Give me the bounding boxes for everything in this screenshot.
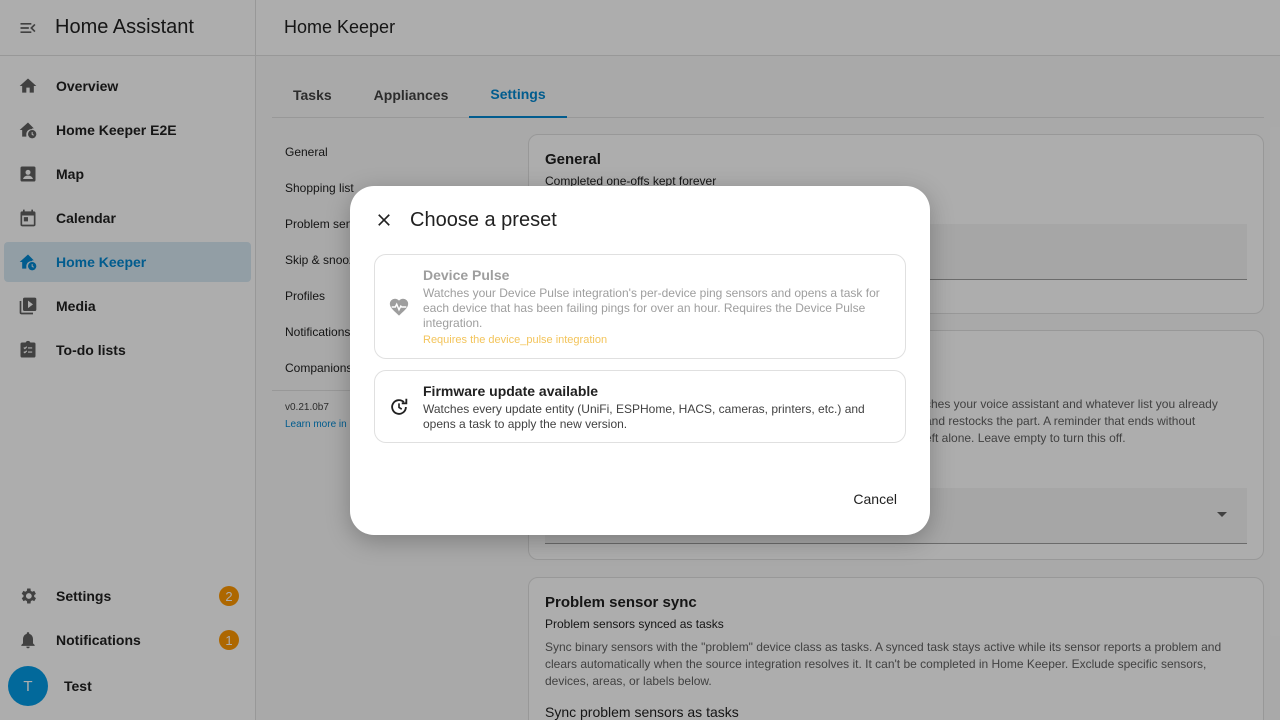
dialog-title: Choose a preset [410, 208, 557, 231]
preset-description: Watches every update entity (UniFi, ESPH… [423, 402, 865, 431]
preset-title: Device Pulse [423, 267, 510, 283]
preset-description: Watches your Device Pulse integration's … [423, 286, 880, 330]
preset-device-pulse[interactable]: Device Pulse Watches your Device Pulse i… [374, 254, 906, 359]
preset-title: Firmware update available [423, 383, 599, 399]
preset-firmware-update[interactable]: Firmware update available Watches every … [374, 370, 906, 443]
cancel-button[interactable]: Cancel [844, 484, 906, 514]
preset-warning: Requires the device_pulse integration [423, 334, 608, 346]
heart-pulse-icon [387, 255, 411, 358]
preset-dialog: Choose a preset Device Pulse Watches you… [350, 186, 930, 535]
update-icon [387, 371, 411, 442]
close-icon[interactable] [374, 210, 394, 230]
dialog-header: Choose a preset [374, 206, 557, 234]
